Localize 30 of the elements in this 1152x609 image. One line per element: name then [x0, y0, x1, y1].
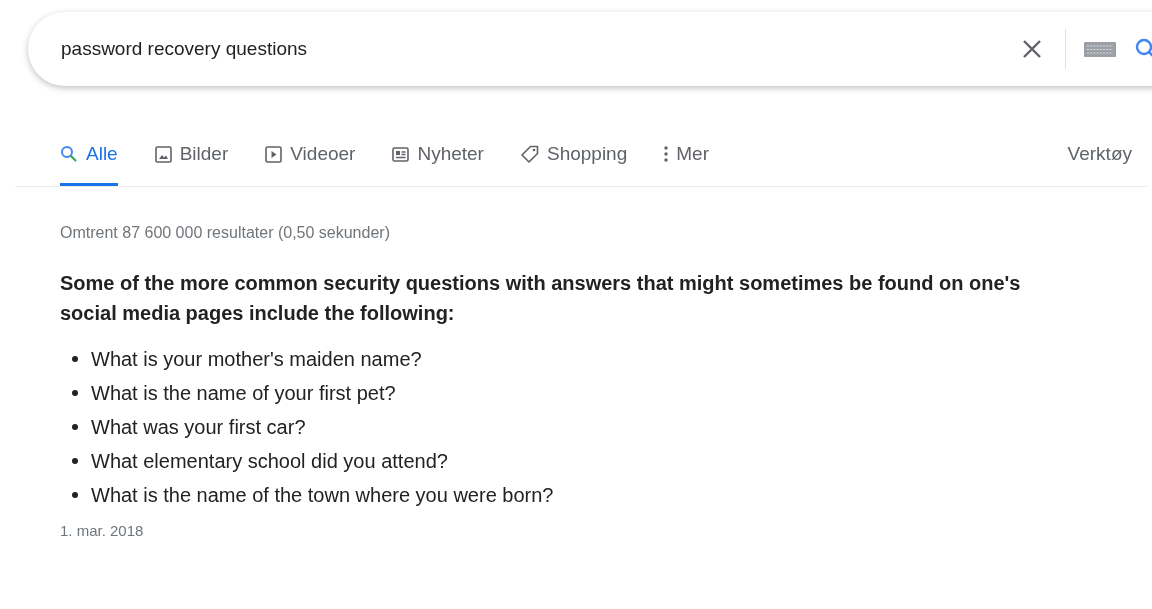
tab[interactable]: Videoer: [265, 143, 356, 186]
close-icon[interactable]: [1021, 38, 1043, 60]
tab[interactable]: Mer: [664, 143, 709, 186]
tab[interactable]: Bilder: [154, 143, 229, 186]
list-item: What is your mother's maiden name?: [91, 347, 422, 371]
play-icon: [265, 145, 283, 163]
tab[interactable]: Nyheter: [392, 143, 484, 186]
list-item: What was your first car?: [91, 415, 306, 439]
tag-icon: [520, 145, 539, 163]
tools-link[interactable]: Verktøy: [1067, 143, 1132, 186]
search-icon: [60, 145, 78, 163]
search-bar[interactable]: password recovery questions: [28, 12, 1152, 86]
tab[interactable]: Shopping: [520, 143, 628, 186]
snippet-date: 1. mar. 2018: [60, 522, 145, 539]
result-stats: Omtrent 87 600 000 resultater (0,50 sekunder): [60, 224, 391, 242]
snippet-heading: Some of the more common security questions with answers that might sometimes be found on one's social media pages include the following:: [60, 271, 1022, 326]
list-item: What is the name of your first pet?: [91, 381, 396, 405]
bullet-icon: [72, 458, 78, 464]
more-icon: [664, 146, 669, 162]
list-item: What elementary school did you attend?: [91, 449, 448, 473]
bullet-icon: [72, 492, 78, 498]
bullet-icon: [72, 424, 78, 430]
newspaper-icon: [392, 146, 410, 162]
bullet-icon: [72, 390, 78, 396]
keyboard-icon[interactable]: [1084, 40, 1116, 58]
bullet-icon: [72, 356, 78, 362]
list-item: What is the name of the town where you were born?: [91, 483, 554, 507]
search-field[interactable]: password recovery questions: [61, 38, 1021, 60]
image-icon: [154, 145, 172, 163]
tab[interactable]: Alle: [60, 143, 118, 186]
